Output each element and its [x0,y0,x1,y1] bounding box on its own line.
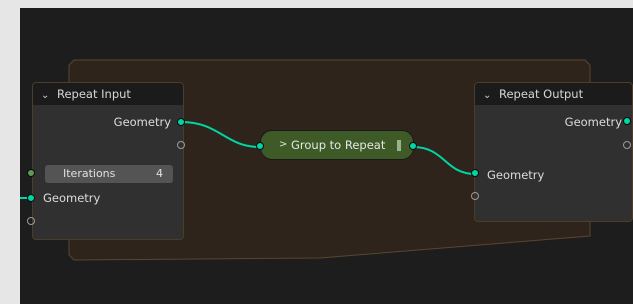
repeat-input-geometry-output-socket[interactable] [177,118,185,126]
repeat-output-header[interactable]: ⌄ Repeat Output [475,83,632,105]
input-geometry-label: Geometry [43,191,101,205]
group-node-label: Group to Repeat [291,138,386,152]
repeat-output-geometry-output-socket[interactable] [623,117,631,125]
drag-handle-icon[interactable] [397,140,401,151]
iterations-socket[interactable] [27,169,35,177]
chevron-right-icon[interactable]: > [279,131,287,159]
repeat-output-node[interactable]: ⌄ Repeat Output Geometry Geometry [474,82,633,222]
repeat-input-empty-output-socket[interactable] [177,141,185,149]
node-editor-canvas[interactable]: ⌄ Repeat Input Geometry Iterations 4 Geom… [20,8,633,304]
repeat-input-header[interactable]: ⌄ Repeat Input [33,83,183,105]
chevron-down-icon[interactable]: ⌄ [483,85,493,107]
repeat-output-title: Repeat Output [499,87,584,101]
repeat-input-title: Repeat Input [57,87,131,101]
group-output-socket[interactable] [409,142,417,150]
output-geometry-label: Geometry [113,115,171,129]
repeat-output-empty-output-socket[interactable] [623,141,631,149]
iterations-value: 4 [156,167,163,180]
output-geometry-label: Geometry [564,115,622,129]
repeat-input-geometry-input-socket[interactable] [27,194,35,202]
group-to-repeat-node[interactable]: > Group to Repeat [260,130,414,160]
repeat-input-node[interactable]: ⌄ Repeat Input Geometry Iterations 4 Geom… [32,82,184,240]
repeat-output-empty-input-socket[interactable] [471,192,479,200]
repeat-output-geometry-input-socket[interactable] [471,169,479,177]
group-input-socket[interactable] [256,142,264,150]
chevron-down-icon[interactable]: ⌄ [41,85,51,107]
repeat-input-empty-input-socket[interactable] [27,217,35,225]
iterations-field[interactable]: Iterations 4 [45,165,173,183]
iterations-label: Iterations [63,167,116,180]
input-geometry-label: Geometry [487,168,545,182]
